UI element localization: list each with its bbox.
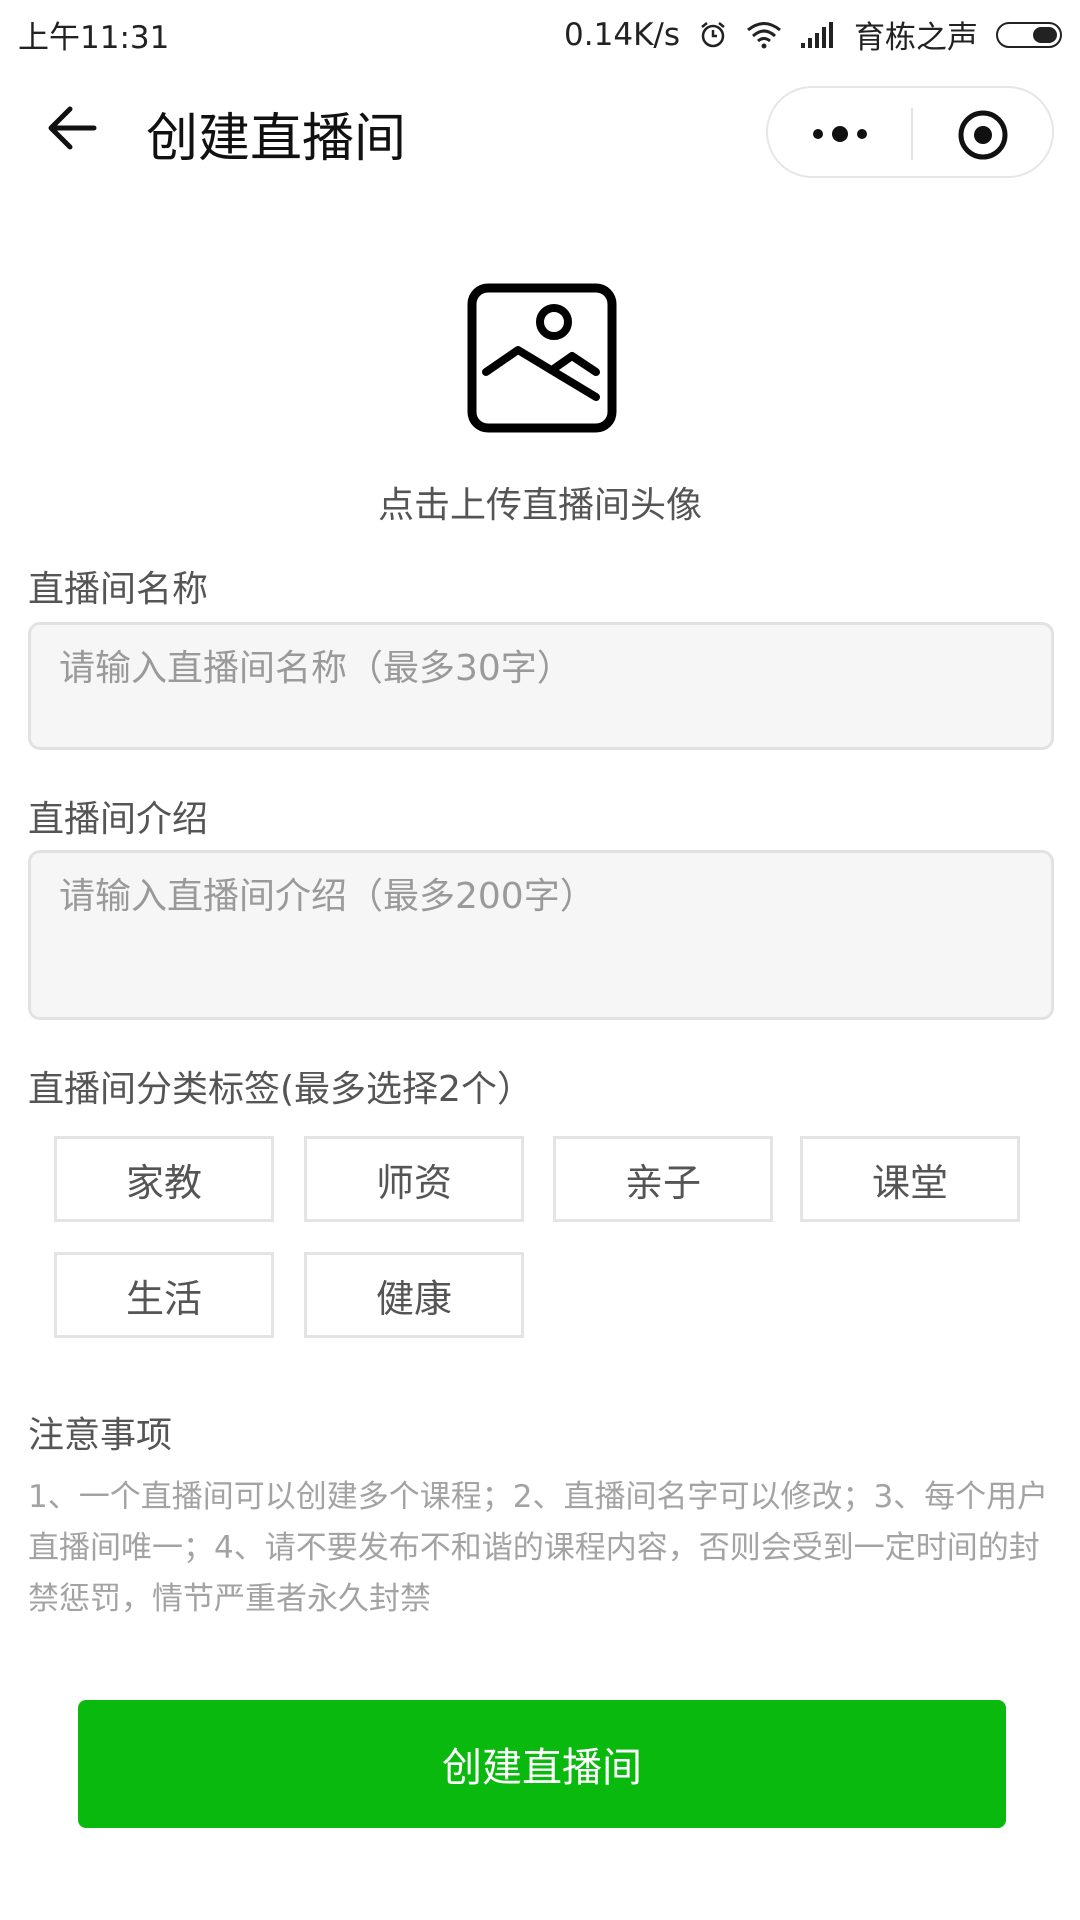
intro-input[interactable]: 请输入直播间介绍（最多200字） [28,850,1054,1020]
upload-avatar-label[interactable]: 点击上传直播间头像 [0,476,1080,528]
notes-text: 1、一个直播间可以创建多个课程；2、直播间名字可以修改；3、每个用户直播间唯一；… [28,1479,1049,1617]
page-title: 创建直播间 [146,109,407,169]
battery-icon [996,21,1062,48]
alarm-icon [701,21,725,47]
more-dots-icon[interactable] [808,114,872,154]
signal-icon [801,21,833,48]
tag-jiankang[interactable]: 健康 [304,1252,524,1338]
wifi-icon [747,21,781,48]
status-time: 上午11:31 [18,20,170,56]
tag-qinzi[interactable]: 亲子 [553,1136,773,1222]
status-icons: 0.14K/s 育栋之声 [564,12,1062,57]
network-speed: 0.14K/s [564,16,680,53]
capsule-divider [911,108,913,160]
status-bar: 上午11:31 0.14K/s 育栋之声 [0,0,1080,62]
tag-shizi[interactable]: 师资 [304,1136,524,1222]
back-arrow-icon[interactable] [44,100,100,156]
name-input[interactable]: 请输入直播间名称（最多30字） [28,622,1054,750]
navigation-bar: 创建直播间 [0,70,1080,194]
mini-program-capsule [766,86,1054,178]
tag-jiajiao[interactable]: 家教 [54,1136,274,1222]
tag-shenghuo[interactable]: 生活 [54,1252,274,1338]
notes-title: 注意事项 [28,1415,173,1456]
create-room-button[interactable]: 创建直播间 [78,1700,1006,1828]
tags-label: 直播间分类标签(最多选择2个） [28,1069,533,1110]
target-circle-icon[interactable] [956,108,1010,162]
image-placeholder-icon[interactable] [466,282,618,434]
name-field-label: 直播间名称 [28,569,209,610]
carrier-name: 育栋之声 [854,20,978,56]
tag-ketang[interactable]: 课堂 [800,1136,1020,1222]
intro-field-label: 直播间介绍 [28,799,209,840]
